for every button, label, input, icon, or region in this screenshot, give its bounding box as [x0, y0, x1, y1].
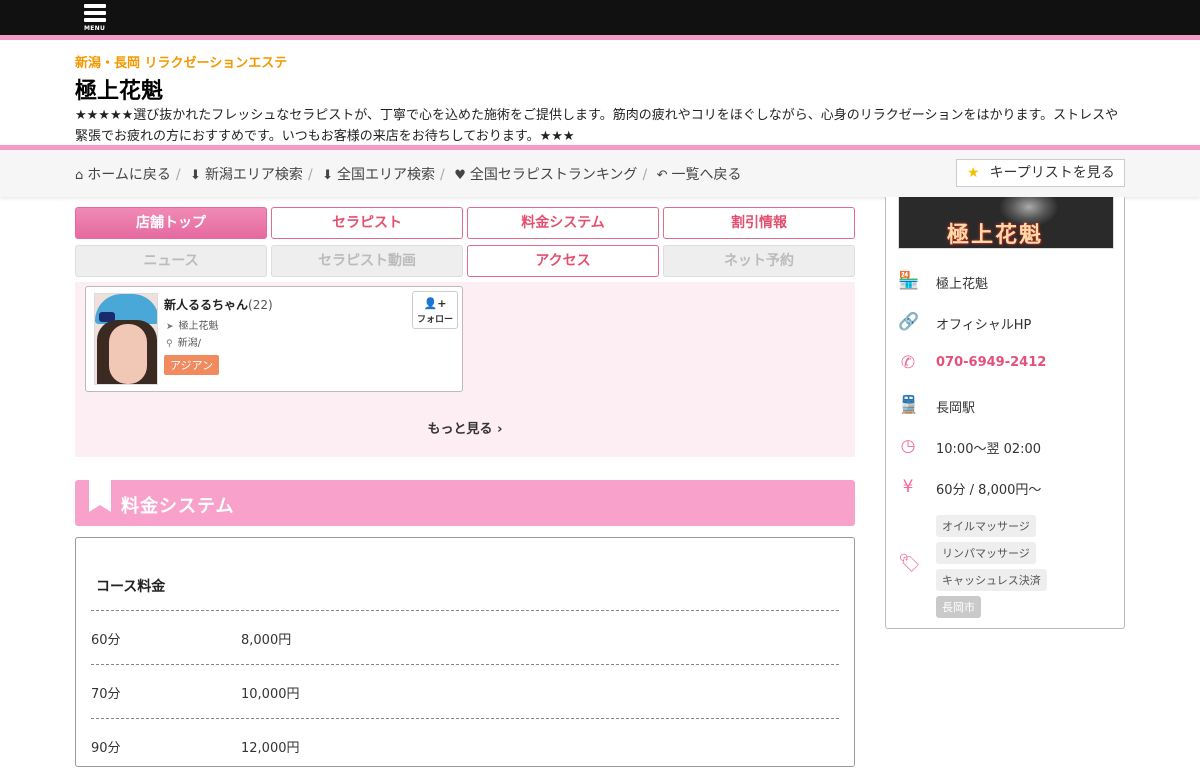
yen-icon: ¥: [902, 477, 914, 497]
price-duration: 90分: [91, 741, 121, 756]
shop-header: 新潟・長岡 リラクゼーションエステ 極上花魁 ★★★★★選び抜かれたフレッシュな…: [0, 45, 1200, 145]
clock-icon: ◷: [900, 436, 916, 456]
therapist-photo[interactable]: [94, 293, 158, 385]
section-title: 料金システム: [121, 496, 235, 517]
tab-access[interactable]: アクセス: [467, 245, 659, 277]
store-icon: 🏪: [898, 271, 920, 291]
shop-logo-text: 極上花魁: [947, 222, 1044, 248]
price-amount: 8,000円: [241, 633, 292, 648]
price-amount: 10,000円: [241, 687, 300, 702]
page-title: 極上花魁: [75, 79, 164, 104]
therapist-area: ⚲ 新潟/: [166, 338, 201, 349]
shop-category[interactable]: 新潟・長岡 リラクゼーションエステ: [75, 52, 287, 71]
tab-pricing[interactable]: 料金システム: [467, 207, 659, 239]
home-icon: ⌂: [75, 168, 84, 183]
breadcrumb: ⌂ ホームに戻る / ⬇ 新潟エリア検索 / ⬇ 全国エリア検索 / ♥ 全国セラピストランキ…: [75, 167, 742, 183]
menu-label: MENU: [84, 25, 106, 32]
pricing-table: コース料金 60分 8,000円 70分 10,000円 90分 12,000円: [75, 537, 855, 767]
crumb-home[interactable]: ⌂ ホームに戻る: [75, 167, 171, 183]
hours-row: ◷ 10:00～翌 02:00: [898, 434, 1118, 464]
tab-therapist-videos: セラピスト動画: [271, 245, 463, 277]
bookmark-icon: [89, 480, 111, 512]
starting-price: 60分 / 8,000円～: [936, 483, 1042, 498]
tag-oil-massage[interactable]: オイルマッサージ: [936, 515, 1036, 537]
nearest-station: 長岡駅: [936, 401, 976, 416]
therapist-shop: ➤ 極上花魁: [166, 321, 219, 332]
therapist-name[interactable]: 新人るるちゃん(22): [164, 296, 273, 313]
breadcrumb-bar: ⌂ ホームに戻る / ⬇ 新潟エリア検索 / ⬇ 全国エリア検索 / ♥ 全国セラピストランキ…: [0, 145, 1200, 197]
tag-nagaoka[interactable]: 長岡市: [936, 596, 981, 618]
tab-discounts[interactable]: 割引情報: [663, 207, 855, 239]
crumb-back-to-list[interactable]: ↶ 一覧へ戻る: [657, 167, 742, 183]
tag-icon: 🏷: [898, 553, 921, 574]
phone-icon: ✆: [900, 353, 916, 373]
official-hp-link[interactable]: オフィシャルHP: [936, 314, 1031, 333]
tab-shop-top[interactable]: 店舗トップ: [75, 207, 267, 239]
heart-icon: ♥: [454, 168, 466, 183]
price-duration: 70分: [91, 687, 121, 702]
price-row: 90分 12,000円: [91, 718, 839, 772]
shop-info-sidebar: 極上花魁 🏪 極上花魁 🔗 オフィシャルHP ✆ 070-6949-2412 🚆…: [885, 197, 1125, 629]
therapist-card[interactable]: 新人るるちゃん(22) ➤ 極上花魁 ⚲ 新潟/ アジアン 👤+ フォロー: [85, 286, 463, 392]
map-pin-icon: ⚲: [166, 339, 173, 349]
therapist-list: 新人るるちゃん(22) ➤ 極上花魁 ⚲ 新潟/ アジアン 👤+ フォロー もっと見…: [75, 282, 855, 457]
star-icon: ★: [967, 165, 980, 181]
price-amount: 12,000円: [241, 741, 300, 756]
user-plus-icon: 👤+: [423, 297, 447, 310]
follow-button[interactable]: 👤+ フォロー: [412, 291, 458, 329]
phone-number[interactable]: 070-6949-2412: [936, 355, 1046, 370]
arrow-down-icon: ⬇: [190, 168, 201, 183]
tag-cashless[interactable]: キャッシュレス決済: [936, 569, 1047, 591]
station-row: 🚆 長岡駅: [898, 393, 1118, 423]
keep-list-button[interactable]: ★ キープリストを見る: [956, 159, 1125, 187]
shop-name-row: 🏪 極上花魁: [898, 269, 1118, 299]
chevron-right-icon: ›: [497, 422, 503, 437]
tab-therapists[interactable]: セラピスト: [271, 207, 463, 239]
reply-icon: ↶: [656, 168, 668, 183]
price-duration: 60分: [91, 633, 121, 648]
tab-net-reservation: ネット予約: [663, 245, 855, 277]
price-row-sidebar: ¥ 60分 / 8,000円～: [898, 475, 1118, 505]
shop-name: 極上花魁: [936, 277, 989, 292]
tag-lymph-massage[interactable]: リンパマッサージ: [936, 542, 1036, 564]
price-row: 60分 8,000円: [91, 610, 839, 664]
crumb-ranking[interactable]: ♥ 全国セラピストランキング: [454, 167, 637, 183]
course-title: コース料金: [96, 579, 166, 595]
shop-logo-image[interactable]: 極上花魁: [898, 197, 1114, 249]
phone-row[interactable]: ✆ 070-6949-2412: [898, 351, 1118, 381]
business-hours: 10:00～翌 02:00: [936, 442, 1042, 457]
train-icon: 🚆: [898, 395, 920, 415]
hamburger-icon: [84, 4, 106, 8]
crumb-national-area[interactable]: ⬇ 全国エリア検索: [322, 167, 435, 183]
location-arrow-icon: ➤: [166, 322, 174, 332]
price-row: 70分 10,000円: [91, 664, 839, 718]
shop-description: ★★★★★選び抜かれたフレッシュなセラピストが、丁寧で心を込めた施術をご提供しま…: [75, 108, 1119, 144]
crumb-niigata-area[interactable]: ⬇ 新潟エリア検索: [190, 167, 303, 183]
therapist-tag: アジアン: [164, 355, 220, 375]
tab-news: ニュース: [75, 245, 267, 277]
pricing-section-header: 料金システム: [75, 480, 855, 526]
therapist-age: (22): [248, 298, 273, 312]
menu-button[interactable]: MENU: [84, 4, 108, 36]
arrow-down-icon: ⬇: [322, 168, 334, 183]
shop-tags: オイルマッサージ リンパマッサージ キャッシュレス決済 長岡市: [936, 515, 1116, 623]
more-link[interactable]: もっと見る ›: [75, 418, 855, 437]
official-hp-row[interactable]: 🔗 オフィシャルHP: [898, 310, 1118, 340]
top-bar: MENU: [0, 0, 1200, 40]
link-icon: 🔗: [898, 312, 920, 332]
